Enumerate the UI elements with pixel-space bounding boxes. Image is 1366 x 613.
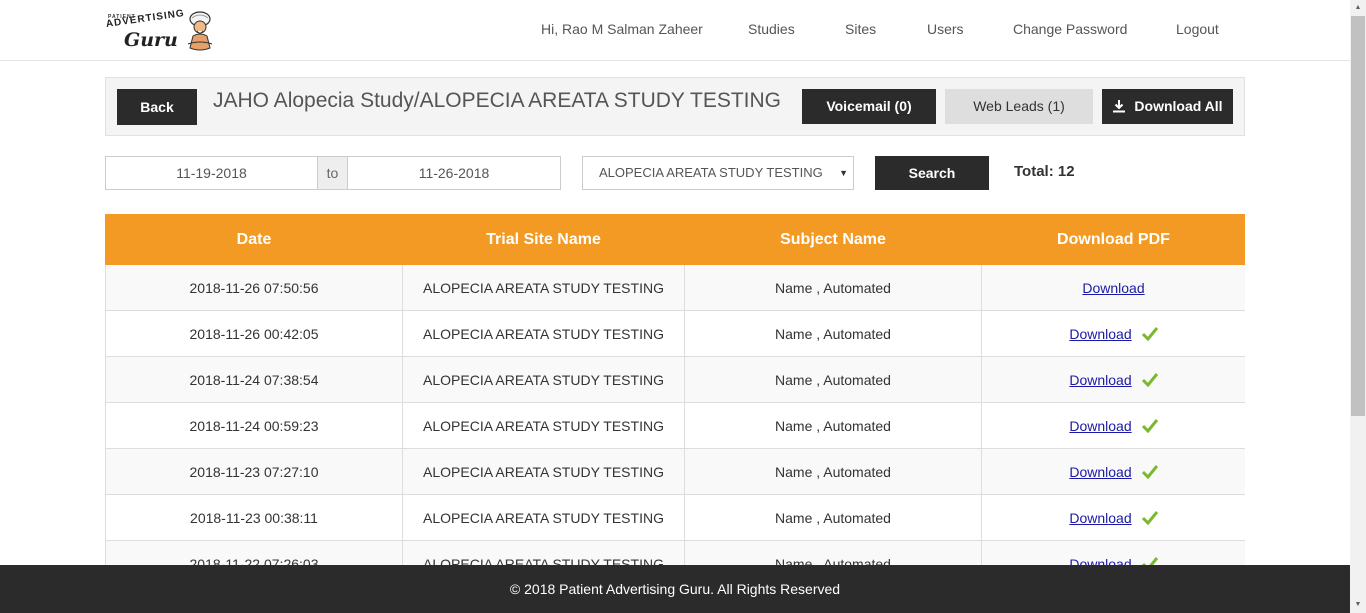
page-scrollbar[interactable]: ▲ ▼ bbox=[1350, 0, 1366, 613]
cell-date: 2018-11-23 00:38:11 bbox=[105, 494, 403, 541]
cell-download-pdf: Download bbox=[981, 494, 1245, 541]
date-from-input[interactable]: 11-19-2018 bbox=[105, 156, 318, 190]
cell-subject: Name , Automated bbox=[684, 448, 982, 495]
cell-date: 2018-11-26 07:50:56 bbox=[105, 264, 403, 311]
nav-sites[interactable]: Sites bbox=[845, 21, 876, 37]
cell-download-pdf: Download bbox=[981, 310, 1245, 357]
download-pdf-link[interactable]: Download bbox=[1069, 418, 1131, 434]
table-row: 2018-11-24 00:59:23 ALOPECIA AREATA STUDY… bbox=[105, 402, 1245, 449]
scroll-up-icon[interactable]: ▲ bbox=[1350, 0, 1366, 16]
cell-download-pdf: Download bbox=[981, 356, 1245, 403]
search-button[interactable]: Search bbox=[875, 156, 989, 190]
download-pdf-link[interactable]: Download bbox=[1069, 326, 1131, 342]
check-icon bbox=[1141, 464, 1158, 479]
table-row: 2018-11-22 07:26:03 ALOPECIA AREATA STUDY… bbox=[105, 540, 1245, 566]
cell-download-pdf: Download bbox=[981, 402, 1245, 449]
download-pdf-link[interactable]: Download bbox=[1082, 280, 1144, 296]
download-pdf-link[interactable]: Download bbox=[1069, 510, 1131, 526]
scrollbar-thumb[interactable] bbox=[1351, 16, 1365, 416]
check-icon bbox=[1141, 510, 1158, 525]
column-header-download-pdf: Download PDF bbox=[981, 214, 1245, 265]
date-to-input[interactable]: 11-26-2018 bbox=[347, 156, 561, 190]
leads-table: Date Trial Site Name Subject Name Downlo… bbox=[105, 214, 1245, 565]
study-header: Back JAHO Alopecia Study/ALOPECIA AREATA… bbox=[105, 77, 1245, 136]
cell-trial-site: ALOPECIA AREATA STUDY TESTING bbox=[402, 494, 685, 541]
column-header-date: Date bbox=[105, 214, 403, 265]
nav-users[interactable]: Users bbox=[927, 21, 964, 37]
cell-subject: Name , Automated bbox=[684, 356, 982, 403]
table-row: 2018-11-26 00:42:05 ALOPECIA AREATA STUDY… bbox=[105, 310, 1245, 357]
cell-trial-site: ALOPECIA AREATA STUDY TESTING bbox=[402, 540, 685, 565]
nav-logout[interactable]: Logout bbox=[1176, 21, 1219, 37]
site-select-value: ALOPECIA AREATA STUDY TESTING bbox=[599, 165, 823, 180]
check-icon bbox=[1141, 556, 1158, 565]
cell-subject: Name , Automated bbox=[684, 310, 982, 357]
table-row: 2018-11-23 07:27:10 ALOPECIA AREATA STUDY… bbox=[105, 448, 1245, 495]
web-leads-button[interactable]: Web Leads (1) bbox=[945, 89, 1093, 124]
check-icon bbox=[1141, 372, 1158, 387]
table-row: 2018-11-24 07:38:54 ALOPECIA AREATA STUDY… bbox=[105, 356, 1245, 403]
page-title: JAHO Alopecia Study/ALOPECIA AREATA STUD… bbox=[213, 89, 781, 112]
nav-change-password[interactable]: Change Password bbox=[1013, 21, 1127, 37]
cell-subject: Name , Automated bbox=[684, 540, 982, 565]
cell-trial-site: ALOPECIA AREATA STUDY TESTING bbox=[402, 264, 685, 311]
table-row: 2018-11-26 07:50:56 ALOPECIA AREATA STUDY… bbox=[105, 264, 1245, 311]
cell-subject: Name , Automated bbox=[684, 402, 982, 449]
cell-download-pdf: Download bbox=[981, 448, 1245, 495]
table-row: 2018-11-23 00:38:11 ALOPECIA AREATA STUDY… bbox=[105, 494, 1245, 541]
check-icon bbox=[1141, 326, 1158, 341]
cell-date: 2018-11-23 07:27:10 bbox=[105, 448, 403, 495]
cell-trial-site: ALOPECIA AREATA STUDY TESTING bbox=[402, 310, 685, 357]
cell-date: 2018-11-26 00:42:05 bbox=[105, 310, 403, 357]
column-header-subject: Subject Name bbox=[684, 214, 982, 265]
voicemail-button[interactable]: Voicemail (0) bbox=[802, 89, 936, 124]
nav-studies[interactable]: Studies bbox=[748, 21, 795, 37]
column-header-trial-site: Trial Site Name bbox=[402, 214, 685, 265]
cell-date: 2018-11-24 07:38:54 bbox=[105, 356, 403, 403]
cell-subject: Name , Automated bbox=[684, 264, 982, 311]
table-header-row: Date Trial Site Name Subject Name Downlo… bbox=[105, 214, 1245, 265]
cell-date: 2018-11-22 07:26:03 bbox=[105, 540, 403, 565]
cell-trial-site: ALOPECIA AREATA STUDY TESTING bbox=[402, 356, 685, 403]
cell-trial-site: ALOPECIA AREATA STUDY TESTING bbox=[402, 448, 685, 495]
total-count: Total: 12 bbox=[1014, 163, 1075, 180]
scroll-down-icon[interactable]: ▼ bbox=[1350, 597, 1366, 613]
check-icon bbox=[1141, 418, 1158, 433]
download-pdf-link[interactable]: Download bbox=[1069, 556, 1131, 566]
download-all-button[interactable]: Download All bbox=[1102, 89, 1233, 124]
caret-down-icon: ▼ bbox=[839, 168, 848, 178]
nav-greeting: Hi, Rao M Salman Zaheer bbox=[541, 21, 703, 37]
download-pdf-link[interactable]: Download bbox=[1069, 464, 1131, 480]
cell-download-pdf: Download bbox=[981, 540, 1245, 566]
footer-copyright: © 2018 Patient Advertising Guru. All Rig… bbox=[509, 581, 841, 597]
site-select[interactable]: ALOPECIA AREATA STUDY TESTING ▼ bbox=[582, 156, 854, 190]
download-all-label: Download All bbox=[1134, 98, 1223, 114]
footer: © 2018 Patient Advertising Guru. All Rig… bbox=[0, 565, 1350, 613]
back-button[interactable]: Back bbox=[117, 89, 197, 125]
cell-subject: Name , Automated bbox=[684, 494, 982, 541]
cell-download-pdf: Download bbox=[981, 264, 1245, 311]
cell-date: 2018-11-24 00:59:23 bbox=[105, 402, 403, 449]
download-icon bbox=[1113, 100, 1126, 113]
top-nav: PATIENT ADVERTISING Guru Hi, Rao M Salma… bbox=[0, 0, 1350, 61]
date-range-separator: to bbox=[317, 156, 348, 190]
cell-trial-site: ALOPECIA AREATA STUDY TESTING bbox=[402, 402, 685, 449]
download-pdf-link[interactable]: Download bbox=[1069, 372, 1131, 388]
